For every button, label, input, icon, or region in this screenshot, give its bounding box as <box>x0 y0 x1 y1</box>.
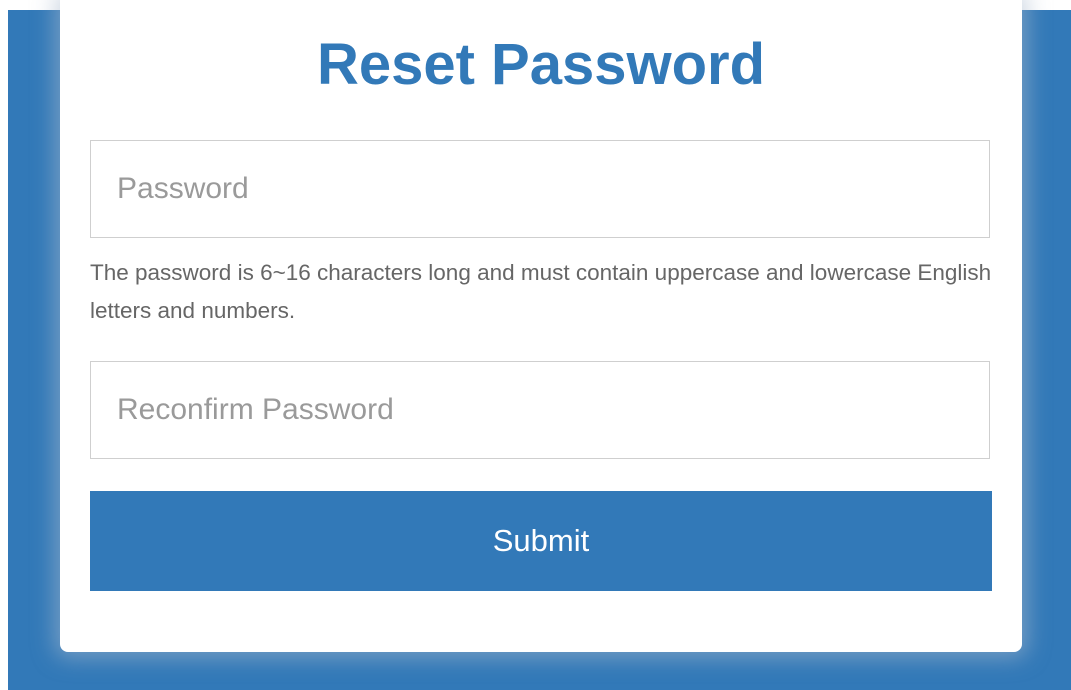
password-hint: The password is 6~16 characters long and… <box>90 260 992 323</box>
page-background: Reset Password The password is 6~16 char… <box>8 0 1071 690</box>
reconfirm-password-input[interactable] <box>90 361 990 459</box>
submit-button[interactable]: Submit <box>90 491 992 591</box>
password-input[interactable] <box>90 140 990 238</box>
page-title: Reset Password <box>316 32 766 97</box>
reset-password-card: Reset Password The password is 6~16 char… <box>60 0 1022 652</box>
